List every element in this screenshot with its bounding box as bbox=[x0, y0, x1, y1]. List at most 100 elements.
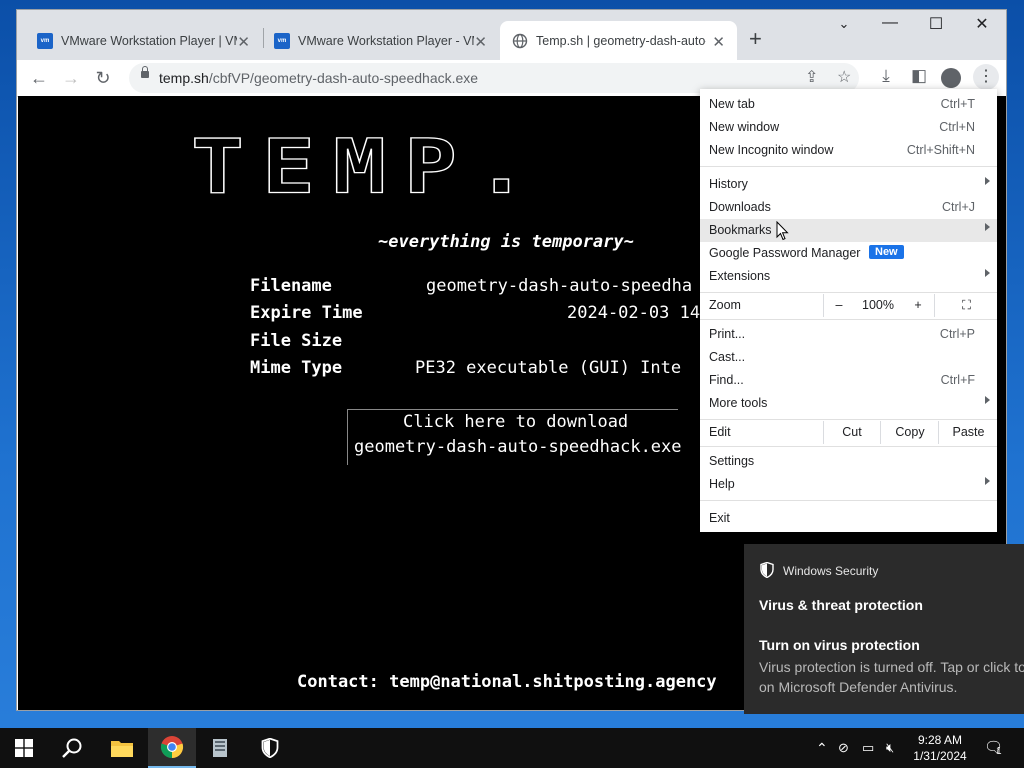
menu-divider bbox=[700, 500, 997, 501]
menu-item-more-tools[interactable]: More tools bbox=[700, 392, 997, 415]
menu-divider bbox=[700, 292, 997, 293]
contact-label: Contact: bbox=[297, 672, 379, 692]
vmware-icon: vm bbox=[274, 33, 290, 49]
back-button[interactable]: ← bbox=[25, 64, 53, 92]
toast-app-name: Windows Security bbox=[783, 564, 879, 578]
download-icon[interactable]: ⤓ bbox=[874, 66, 898, 86]
notification-center-icon[interactable]: 🗨︎ 1 bbox=[984, 738, 1003, 757]
shield-icon bbox=[261, 738, 279, 758]
menu-item-history[interactable]: History bbox=[700, 173, 997, 196]
contact-email[interactable]: temp@national.shitposting.agency bbox=[389, 672, 717, 692]
close-window-button[interactable]: ✕ bbox=[967, 14, 997, 34]
profile-avatar[interactable] bbox=[941, 68, 961, 88]
minimize-button[interactable]: — bbox=[875, 14, 905, 32]
menu-item-extensions[interactable]: Extensions bbox=[700, 265, 997, 288]
file-explorer-button[interactable] bbox=[98, 728, 146, 768]
mime-type-value: PE32 executable (GUI) Inte bbox=[415, 358, 682, 378]
new-tab-button[interactable]: + bbox=[749, 26, 762, 52]
menu-item-bookmarks[interactable]: Bookmarks bbox=[700, 219, 997, 242]
download-label[interactable]: Click here to download bbox=[403, 412, 628, 432]
menu-divider bbox=[700, 419, 997, 420]
zoom-in-button[interactable]: + bbox=[903, 294, 933, 317]
bookmark-star-icon[interactable]: ☆ bbox=[837, 67, 851, 87]
zoom-label: Zoom bbox=[709, 298, 741, 312]
menu-item-settings[interactable]: Settings bbox=[700, 450, 997, 473]
search-icon bbox=[62, 738, 82, 758]
side-panel-icon[interactable]: ◧ bbox=[907, 66, 931, 86]
new-badge: New bbox=[869, 245, 904, 259]
menu-item-new-tab[interactable]: New tab Ctrl+T bbox=[700, 93, 997, 116]
display-icon[interactable]: ▭ bbox=[862, 740, 874, 756]
menu-item-password-manager[interactable]: Google Password Manager New bbox=[700, 242, 997, 265]
paste-button[interactable]: Paste bbox=[938, 421, 998, 444]
tab-temp-sh[interactable]: Temp.sh | geometry-dash-auto-s ✕ bbox=[500, 21, 737, 61]
menu-item-exit[interactable]: Exit bbox=[700, 507, 997, 530]
menu-item-cast[interactable]: Cast... bbox=[700, 346, 997, 369]
cut-button[interactable]: Cut bbox=[823, 421, 880, 444]
submenu-arrow-icon bbox=[985, 177, 990, 185]
taskbar: ⌃ ⊘ ▭ 🔇︎ 9:28 AM 1/31/2024 🗨︎ 1 bbox=[0, 728, 1024, 768]
menu-zoom-row: Zoom – 100% + ⛶ bbox=[700, 294, 997, 317]
chrome-main-menu: New tab Ctrl+T New window Ctrl+N New Incog… bbox=[700, 89, 997, 532]
expire-time-label: Expire Time bbox=[250, 303, 363, 323]
file-size-label: File Size bbox=[250, 331, 343, 351]
chrome-taskbar-button[interactable] bbox=[148, 728, 196, 768]
app-taskbar-button[interactable] bbox=[196, 728, 244, 768]
copy-button[interactable]: Copy bbox=[880, 421, 939, 444]
edit-label: Edit bbox=[709, 425, 731, 439]
zoom-out-button[interactable]: – bbox=[823, 294, 854, 317]
close-icon[interactable]: ✕ bbox=[237, 33, 250, 51]
menu-item-help[interactable]: Help bbox=[700, 473, 997, 496]
tab-title: VMware Workstation Player | VM bbox=[61, 34, 237, 48]
start-button[interactable] bbox=[0, 728, 48, 768]
submenu-arrow-icon bbox=[985, 477, 990, 485]
filename-value: geometry-dash-auto-speedha bbox=[426, 276, 693, 296]
menu-divider bbox=[700, 446, 997, 447]
maximize-button[interactable]: ☐ bbox=[921, 14, 951, 34]
tab-vmware-1[interactable]: vm VMware Workstation Player | VM ✕ bbox=[17, 21, 262, 61]
more-menu-icon[interactable]: ⋮ bbox=[973, 64, 999, 90]
close-icon[interactable]: ✕ bbox=[712, 33, 725, 51]
mime-type-label: Mime Type bbox=[250, 358, 343, 378]
reload-button[interactable]: ↻ bbox=[89, 64, 117, 92]
menu-item-new-window[interactable]: New window Ctrl+N bbox=[700, 116, 997, 139]
share-icon[interactable]: ⇪ bbox=[805, 67, 818, 87]
menu-item-print[interactable]: Print... Ctrl+P bbox=[700, 323, 997, 346]
tab-search-icon[interactable]: ⌄ bbox=[829, 16, 859, 32]
menu-item-downloads[interactable]: Downloads Ctrl+J bbox=[700, 196, 997, 219]
windows-security-notification[interactable]: Windows Security Virus & threat protecti… bbox=[744, 544, 1024, 714]
system-clock[interactable]: 9:28 AM 1/31/2024 bbox=[912, 732, 968, 764]
submenu-arrow-icon bbox=[985, 223, 990, 231]
submenu-arrow-icon bbox=[985, 269, 990, 277]
notification-count: 1 bbox=[996, 746, 1002, 757]
clock-date: 1/31/2024 bbox=[913, 749, 967, 763]
menu-edit-row: Edit Cut Copy Paste bbox=[700, 421, 997, 444]
forward-button[interactable]: → bbox=[57, 64, 85, 92]
toast-heading: Virus & threat protection bbox=[759, 597, 923, 613]
chrome-icon bbox=[160, 736, 184, 759]
tab-vmware-2[interactable]: vm VMware Workstation Player - VM ✕ bbox=[254, 21, 499, 61]
tab-title: Temp.sh | geometry-dash-auto-s bbox=[536, 34, 706, 48]
volume-muted-icon[interactable]: 🔇︎ bbox=[886, 740, 894, 756]
search-button[interactable] bbox=[48, 728, 96, 768]
windows-logo-icon bbox=[15, 739, 33, 757]
url-text: temp.sh/cbfVP/geometry-dash-auto-speedha… bbox=[159, 70, 479, 86]
close-icon[interactable]: ✕ bbox=[474, 33, 487, 51]
tab-title: VMware Workstation Player - VM bbox=[298, 34, 474, 48]
download-filename[interactable]: geometry-dash-auto-speedhack.exe bbox=[354, 437, 682, 457]
menu-item-new-incognito[interactable]: New Incognito window Ctrl+Shift+N bbox=[700, 139, 997, 162]
filename-label: Filename bbox=[250, 276, 332, 296]
menu-item-find[interactable]: Find... Ctrl+F bbox=[700, 369, 997, 392]
windows-security-taskbar-button[interactable] bbox=[246, 728, 294, 768]
menu-divider bbox=[700, 319, 997, 320]
zoom-level: 100% bbox=[862, 298, 894, 312]
shield-icon bbox=[760, 562, 774, 578]
tagline: ~everything is temporary~ bbox=[378, 232, 634, 252]
network-icon[interactable]: ⊘ bbox=[838, 740, 849, 756]
show-hidden-icons-icon[interactable]: ⌃ bbox=[816, 740, 828, 757]
fullscreen-icon[interactable]: ⛶ bbox=[934, 294, 998, 317]
toast-title: Turn on virus protection bbox=[759, 637, 920, 653]
lock-icon bbox=[141, 66, 149, 78]
submenu-arrow-icon bbox=[985, 396, 990, 404]
clock-time: 9:28 AM bbox=[917, 733, 963, 747]
